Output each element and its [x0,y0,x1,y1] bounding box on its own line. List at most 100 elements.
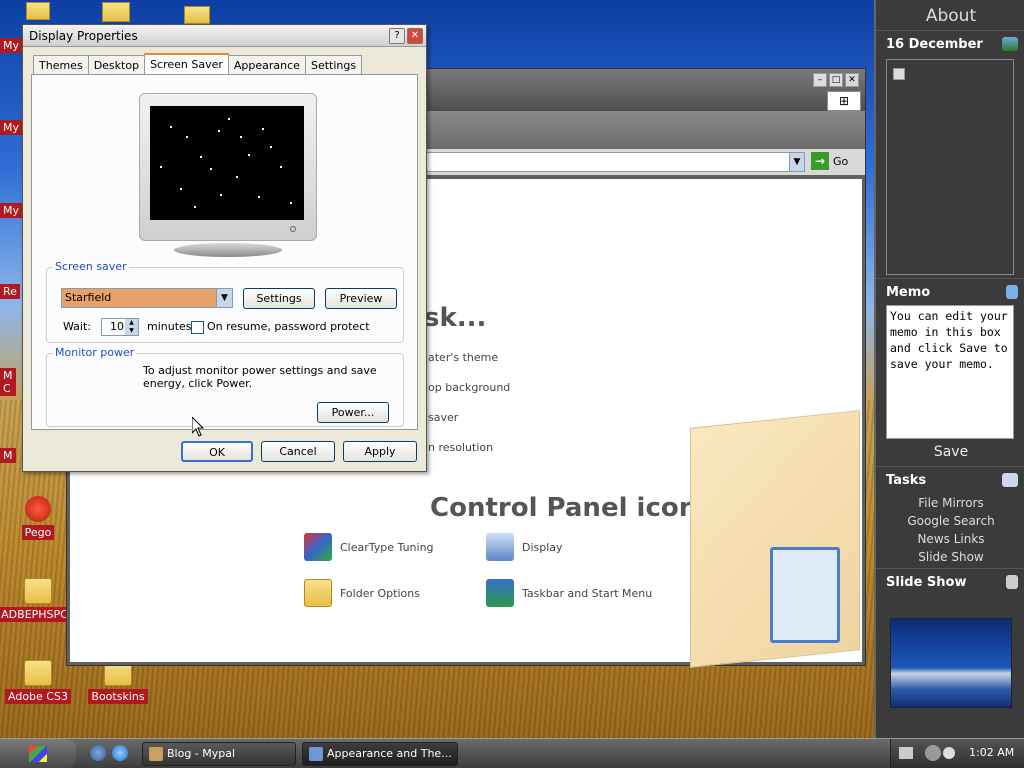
power-button[interactable]: Power... [317,402,389,423]
memo-textarea[interactable]: You can edit your memo in this box and c… [886,305,1014,439]
cp-item-label: Folder Options [340,586,420,600]
ok-button[interactable]: OK [181,441,253,462]
network-icon[interactable] [943,747,955,759]
globe-icon[interactable] [1002,37,1018,51]
tab-appearance[interactable]: Appearance [227,55,306,75]
back-arrow-icon[interactable] [925,745,941,761]
task-item[interactable]: File Mirrors [876,496,1024,510]
task-item[interactable]: Slide Show [876,550,1024,564]
wait-minutes-spinner[interactable]: 10 ▲ ▼ [101,318,139,336]
start-button[interactable] [0,739,76,768]
cp-item-label: Display [522,540,563,554]
password-protect-label[interactable]: On resume, password protect [207,320,370,333]
taskbar-icon [486,579,514,607]
help-button[interactable]: ? [389,28,405,44]
screen-saver-select[interactable]: Starfield ▼ [61,288,233,308]
desktop-top-icon[interactable] [26,2,50,20]
mypal-icon [149,747,163,761]
document-check-icon [770,547,840,643]
apply-button[interactable]: Apply [343,441,417,462]
desktop-partial-label[interactable]: Re [0,284,20,299]
memo-save-button[interactable]: Save [876,444,1024,460]
cp-item-folder-options[interactable]: Folder Options [304,579,420,607]
taskbar: Blog - Mypal Appearance and The... 1:02 … [0,738,1024,768]
taskbar-button-label: Appearance and The... [327,747,452,760]
spinner-arrows-icon[interactable]: ▲ ▼ [125,319,138,335]
settings-button[interactable]: Settings [243,288,315,309]
star [200,156,202,158]
slideshow-image[interactable] [890,618,1012,708]
address-dropdown-button[interactable]: ▼ [789,152,805,172]
close-button[interactable]: ✕ [845,73,859,87]
star [186,136,188,138]
folder-icon [24,578,52,604]
group-caption: Screen saver [53,260,129,273]
tab-themes[interactable]: Themes [33,55,89,75]
cancel-button[interactable]: Cancel [261,441,335,462]
minimize-button[interactable]: – [813,73,827,87]
task-link[interactable]: ater's theme [428,351,498,364]
desktop-top-icon[interactable] [102,2,130,22]
ie-quicklaunch-icon[interactable] [112,745,128,761]
star [290,202,292,204]
tasks-refresh-icon[interactable] [1002,473,1018,487]
go-arrow-icon[interactable]: → [811,152,829,170]
cp-item-display[interactable]: Display [486,533,563,561]
browser-quicklaunch-icon[interactable] [90,745,106,761]
preview-button[interactable]: Preview [325,288,397,309]
tab-desktop[interactable]: Desktop [87,55,146,75]
star [240,136,242,138]
desktop-icon-label: Pego [21,525,55,540]
password-protect-checkbox[interactable] [191,321,204,334]
star [180,188,182,190]
keyboard-icon[interactable] [899,747,913,759]
slideshow-settings-icon[interactable] [1006,575,1018,589]
task-item[interactable]: Google Search [876,514,1024,528]
broken-image-icon [893,68,905,80]
monitor-preview [139,93,317,241]
star [218,130,220,132]
calendar-date: 16 December [886,37,983,52]
clock[interactable]: 1:02 AM [969,746,1014,759]
desktop-top-folder-icon[interactable] [184,6,210,24]
desktop-partial-label[interactable]: M [0,448,16,463]
task-item[interactable]: News Links [876,532,1024,546]
screen-saver-panel: Screen saver Starfield ▼ Settings Previe… [31,74,418,430]
star [248,154,250,156]
calendar-gadget: 16 December [876,30,1024,276]
sidebar-about[interactable]: About [876,6,1024,26]
close-button[interactable]: ✕ [407,28,423,44]
display-properties-dialog: Display Properties ? ✕ Themes Desktop Sc… [22,24,427,472]
cp-item-taskbar[interactable]: Taskbar and Start Menu [486,579,652,607]
tab-settings[interactable]: Settings [304,55,363,75]
task-link[interactable]: n resolution [428,441,493,454]
desktop-partial-label[interactable]: M C [0,368,16,396]
taskbar-button-blog[interactable]: Blog - Mypal [142,742,296,766]
chevron-down-icon[interactable]: ▼ [216,289,232,307]
desktop-partial-label[interactable]: My [0,203,23,218]
star [258,196,260,198]
screen-saver-selected: Starfield [65,291,112,304]
address-input[interactable] [424,152,804,172]
wait-label: Wait: [63,320,91,333]
pego-icon [25,496,51,522]
monitor-power-group: Monitor power To adjust monitor power se… [46,346,404,427]
cp-item-cleartype[interactable]: ClearType Tuning [304,533,434,561]
memo-note-icon[interactable] [1006,285,1018,299]
dialog-titlebar[interactable]: Display Properties ? ✕ [23,25,426,47]
task-link[interactable]: saver [428,411,458,424]
star [194,206,196,208]
go-button-label[interactable]: Go [833,155,848,168]
star [280,166,282,168]
group-caption: Monitor power [53,346,137,359]
task-link[interactable]: op background [428,381,510,394]
maximize-button[interactable]: □ [829,73,843,87]
folder-icon [24,660,52,686]
tab-screen-saver[interactable]: Screen Saver [144,53,229,75]
desktop-icon-bootskins[interactable]: Bootskins [78,660,158,704]
desktop-partial-label[interactable]: My [0,120,23,135]
taskbar-button-appearance[interactable]: Appearance and The... [302,742,458,766]
desktop-icon-adobe-cs3[interactable]: Adobe CS3 [0,660,78,704]
calendar-frame [886,59,1014,275]
cp-item-label: Taskbar and Start Menu [522,586,653,600]
